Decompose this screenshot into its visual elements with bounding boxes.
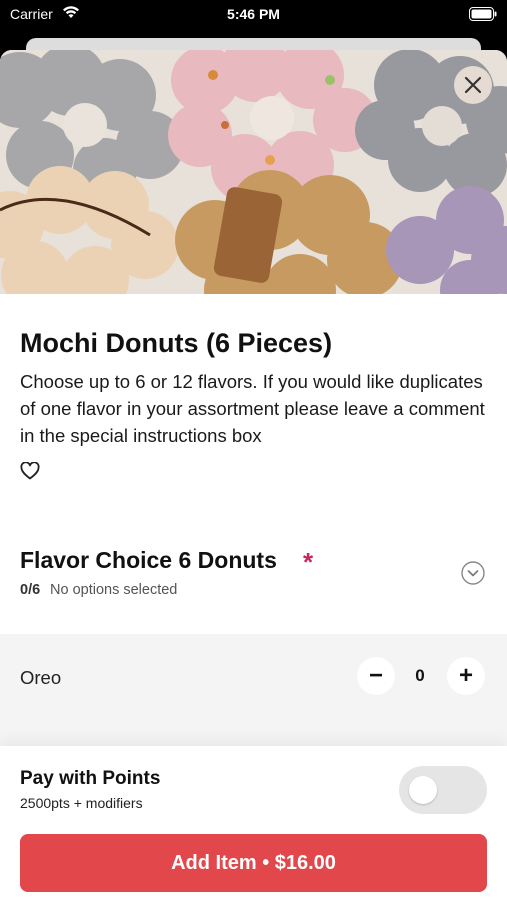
hero-image	[0, 50, 507, 294]
quantity-value: 0	[415, 666, 425, 685]
selection-count: 0/6	[20, 582, 41, 598]
item-detail-modal: Mochi Donuts (6 Pieces) Choose up to 6 o…	[0, 50, 507, 900]
status-time: 5:46 PM	[227, 6, 280, 22]
decrement-button[interactable]: −	[357, 657, 395, 695]
item-title: Mochi Donuts (6 Pieces)	[20, 328, 333, 358]
increment-button[interactable]: +	[447, 657, 485, 695]
pay-with-points-toggle[interactable]	[399, 766, 487, 814]
chevron-down-icon[interactable]	[461, 561, 485, 585]
points-subtitle: 2500pts + modifiers	[20, 795, 143, 811]
status-bar: Carrier 5:46 PM	[0, 0, 507, 30]
required-indicator: *	[303, 547, 314, 577]
item-description: Choose up to 6 or 12 flavors. If you wou…	[20, 371, 485, 446]
battery-icon	[469, 7, 497, 21]
flavor-section-title: Flavor Choice 6 Donuts	[20, 547, 277, 573]
option-label-oreo: Oreo	[20, 667, 62, 688]
mochi-donuts-photo	[0, 50, 507, 294]
toggle-knob	[409, 776, 437, 804]
add-item-button[interactable]: Add Item • $16.00	[20, 834, 487, 892]
points-title: Pay with Points	[20, 768, 161, 789]
option-row-background	[0, 634, 507, 754]
close-button[interactable]	[454, 66, 492, 104]
close-icon	[464, 76, 482, 94]
selection-status: No options selected	[50, 582, 178, 598]
favorite-heart-icon[interactable]	[20, 462, 40, 480]
